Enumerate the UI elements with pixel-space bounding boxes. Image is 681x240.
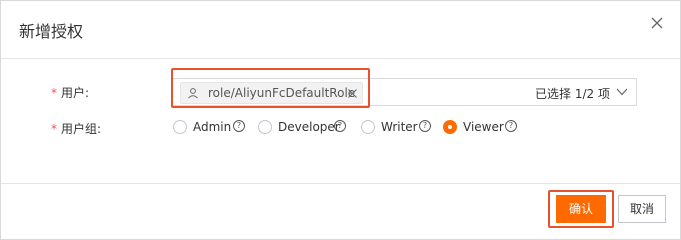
help-icon[interactable]: ? [505, 120, 517, 132]
radio-circle [173, 120, 187, 134]
user-row: * 用户: role/AliyunFcDefaultRole 已选择 1/2 项 [1, 78, 680, 106]
confirm-button[interactable]: 确认 [556, 195, 606, 223]
radio-label: Viewer [463, 120, 504, 134]
user-select[interactable]: role/AliyunFcDefaultRole 已选择 1/2 项 [171, 78, 637, 106]
cancel-button[interactable]: 取消 [618, 195, 666, 223]
radio-label: Writer [381, 120, 418, 134]
help-icon[interactable]: ? [419, 120, 431, 132]
dialog-title: 新增授权 [19, 22, 84, 41]
radio-circle [361, 120, 375, 134]
help-icon[interactable]: ? [233, 120, 245, 132]
user-group-radio-group: Admin ? Developer ? Writer ? Viewer ? [171, 114, 571, 142]
selected-user-tag: role/AliyunFcDefaultRole [180, 82, 363, 104]
dialog-header: 新增授权 [1, 1, 680, 59]
dialog-footer: 确认 取消 [1, 183, 680, 239]
help-icon[interactable]: ? [334, 120, 346, 132]
user-group-label: * 用户组: [51, 122, 102, 136]
user-icon [188, 88, 198, 99]
close-button[interactable] [649, 15, 665, 31]
authorization-dialog: 新增授权 * 用户: role/AliyunFcDefaultRole 已选择 1… [0, 0, 681, 240]
radio-circle [258, 120, 272, 134]
required-mark: * [51, 86, 57, 100]
selected-user-text: role/AliyunFcDefaultRole [208, 86, 356, 100]
required-mark: * [51, 122, 57, 136]
chevron-down-icon [616, 88, 628, 96]
radio-label: Admin [193, 120, 232, 134]
radio-label: Developer [278, 120, 340, 134]
user-group-row: * 用户组: Admin ? Developer ? Writer ? Viewe… [1, 114, 680, 142]
remove-tag-icon[interactable] [347, 88, 358, 99]
selection-count: 已选择 1/2 项 [535, 87, 610, 101]
radio-circle-checked [443, 120, 457, 134]
close-icon [651, 17, 663, 29]
user-label: * 用户: [51, 86, 90, 100]
